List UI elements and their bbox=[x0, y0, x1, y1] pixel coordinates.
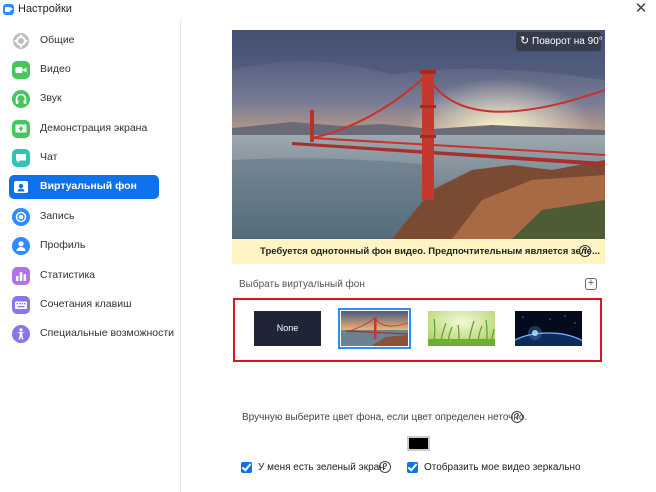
help-icon[interactable]: ? bbox=[379, 461, 391, 473]
green-screen-label: У меня есть зеленый экран bbox=[258, 462, 385, 473]
accessibility-icon bbox=[12, 325, 30, 343]
zoom-logo-icon bbox=[3, 4, 14, 15]
sidebar-item-virtual-background[interactable]: Виртуальный фон bbox=[9, 175, 159, 199]
sidebar-item-label: Общие bbox=[40, 34, 75, 46]
sidebar-item-label: Чат bbox=[40, 151, 58, 163]
help-icon[interactable]: ? bbox=[511, 411, 523, 423]
thumbnail-space[interactable] bbox=[515, 311, 582, 346]
help-icon[interactable]: ? bbox=[579, 245, 591, 257]
person-card-icon bbox=[12, 178, 30, 196]
thumbnail-grass[interactable] bbox=[428, 311, 495, 346]
golden-gate-bridge-image bbox=[232, 30, 605, 239]
sidebar-item-accessibility[interactable]: Специальные возможности bbox=[9, 322, 174, 346]
bar-chart-icon bbox=[12, 267, 30, 285]
video-camera-icon bbox=[12, 61, 30, 79]
gear-icon bbox=[12, 32, 30, 50]
rotate-icon: ↻ bbox=[520, 35, 530, 47]
thumbnail-bridge[interactable] bbox=[338, 308, 411, 349]
sidebar-item-statistics[interactable]: Статистика bbox=[9, 264, 159, 288]
green-screen-warning: Требуется однотонный фон видео. Предпочт… bbox=[232, 239, 605, 264]
manual-color-label: Вручную выберите цвет фона, если цвет оп… bbox=[242, 412, 528, 423]
rotate-label: Поворот на 90° bbox=[532, 36, 603, 47]
headphones-icon bbox=[12, 90, 30, 108]
mirror-video-label: Отобразить мое видео зеркально bbox=[424, 462, 581, 473]
screen-share-icon bbox=[12, 120, 30, 138]
window-title: Настройки bbox=[18, 3, 72, 15]
person-icon bbox=[12, 237, 30, 255]
sidebar-item-label: Демонстрация экрана bbox=[40, 122, 148, 134]
sidebar-item-label: Профиль bbox=[40, 239, 86, 251]
settings-sidebar: Общие Видео Звук Демонстрация экрана Чат… bbox=[0, 20, 181, 492]
video-preview bbox=[232, 30, 605, 239]
sidebar-item-label: Видео bbox=[40, 63, 71, 75]
sidebar-item-label: Запись bbox=[40, 210, 75, 222]
sidebar-item-screen-share[interactable]: Демонстрация экрана bbox=[9, 117, 159, 141]
sidebar-item-chat[interactable]: Чат bbox=[9, 146, 159, 170]
sidebar-item-audio[interactable]: Звук bbox=[9, 87, 159, 111]
choose-background-label: Выбрать виртуальный фон bbox=[239, 279, 365, 290]
mirror-video-checkbox[interactable] bbox=[407, 462, 418, 473]
sidebar-item-label: Звук bbox=[40, 92, 62, 104]
background-color-picker[interactable] bbox=[407, 436, 430, 451]
sidebar-item-keyboard-shortcuts[interactable]: Сочетания клавиш bbox=[9, 293, 159, 317]
title-bar: Настройки ✕ bbox=[0, 0, 656, 20]
sidebar-item-label: Сочетания клавиш bbox=[40, 298, 132, 310]
sidebar-item-recording[interactable]: Запись bbox=[9, 205, 159, 229]
keyboard-icon bbox=[12, 296, 30, 314]
sidebar-item-label: Статистика bbox=[40, 269, 96, 281]
rotate-button[interactable]: ↻ Поворот на 90° bbox=[516, 32, 603, 51]
chat-bubble-icon bbox=[12, 149, 30, 167]
warning-text: Требуется однотонный фон видео. Предпочт… bbox=[260, 246, 600, 257]
close-button[interactable]: ✕ bbox=[632, 0, 650, 18]
sidebar-item-label: Виртуальный фон bbox=[40, 180, 137, 192]
sidebar-item-profile[interactable]: Профиль bbox=[9, 234, 159, 258]
record-icon bbox=[12, 208, 30, 226]
sidebar-item-video[interactable]: Видео bbox=[9, 58, 159, 82]
green-screen-checkbox[interactable] bbox=[241, 462, 252, 473]
sidebar-item-label: Специальные возможности bbox=[40, 327, 175, 339]
add-background-button[interactable]: + bbox=[585, 278, 597, 290]
sidebar-item-general[interactable]: Общие bbox=[9, 29, 159, 53]
thumbnail-none[interactable]: None bbox=[254, 311, 321, 346]
